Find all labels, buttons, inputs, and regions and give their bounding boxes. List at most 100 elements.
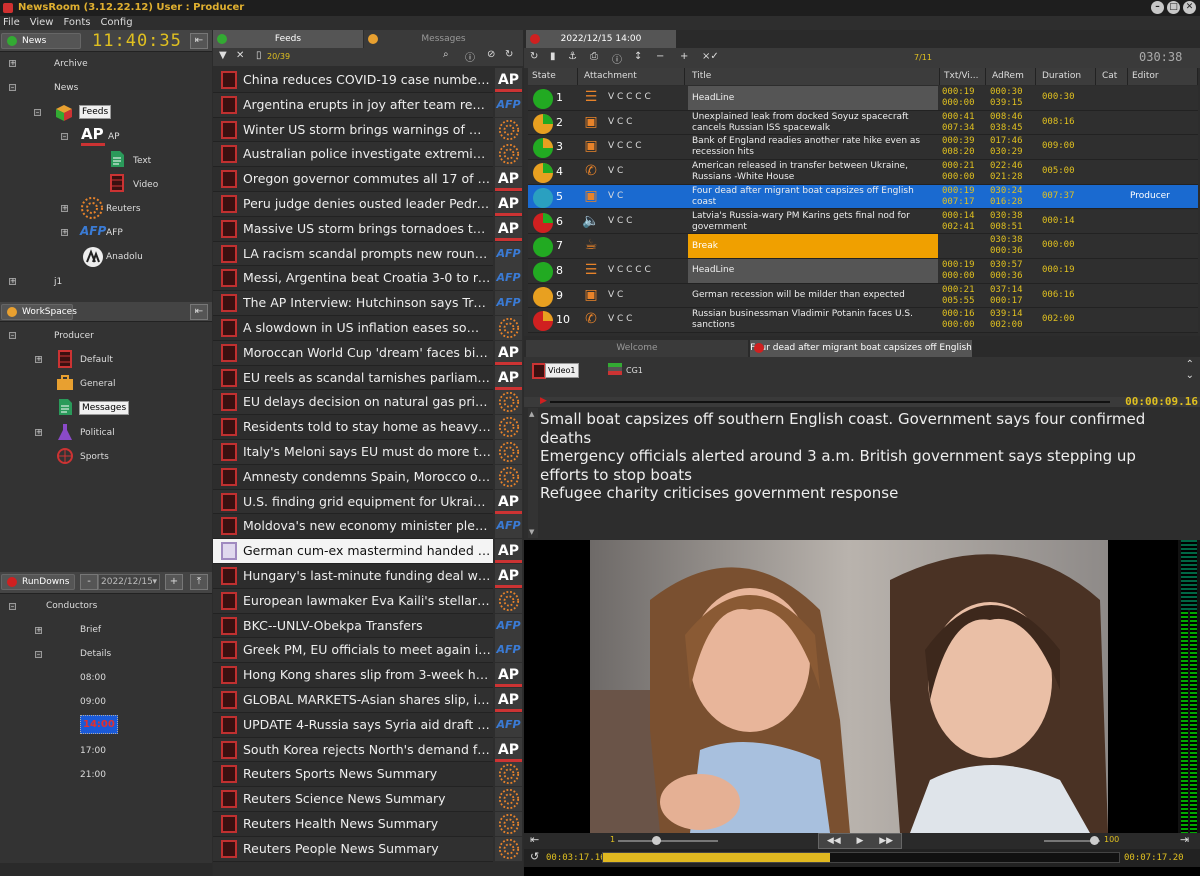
feed-item[interactable]: EU reels as scandal tarnishes parliament… <box>213 365 522 391</box>
feed-item[interactable]: LA racism scandal prompts new round of c… <box>213 241 522 267</box>
feed-item[interactable]: China reduces COVID-19 case number repo.… <box>213 68 522 93</box>
expand-icon[interactable]: + <box>9 278 16 285</box>
workspaces-button[interactable]: WorkSpaces <box>1 304 77 320</box>
speed-slider[interactable] <box>618 840 718 842</box>
feed-item[interactable]: Reuters Health News Summary <box>213 812 522 837</box>
tree-reuters[interactable]: Reuters <box>106 204 141 214</box>
go-start-icon[interactable]: ⇤ <box>530 833 539 846</box>
phone-icon[interactable]: ▯ <box>256 50 262 61</box>
tree-afp[interactable]: AFP <box>106 228 123 238</box>
filter-dropdown-icon[interactable]: ▼ <box>219 50 227 61</box>
tree-details[interactable]: Details <box>80 649 111 659</box>
column-header[interactable]: Editor <box>1128 68 1198 85</box>
rewind-icon[interactable]: ◀◀ <box>827 836 841 846</box>
collapse-tree-icon[interactable]: – <box>61 133 68 140</box>
feed-item[interactable]: UPDATE 4-Russia says Syria aid draft cou… <box>213 712 522 738</box>
feed-item[interactable]: EU delays decision on natural gas price … <box>213 390 522 416</box>
expand-icon[interactable]: + <box>35 429 42 436</box>
scroll-up-icon[interactable]: ▲ <box>529 410 534 418</box>
tree-general[interactable]: General <box>80 379 115 389</box>
feed-item[interactable]: German cum-ex mastermind handed 8-year..… <box>213 539 522 564</box>
tree-time-0800[interactable]: 08:00 <box>80 673 106 683</box>
rundowns-button[interactable]: RunDowns <box>1 574 75 590</box>
tree-text[interactable]: Text <box>133 156 151 166</box>
rundown-date-select[interactable]: 2022/12/15 ▾ <box>98 574 160 590</box>
tree-time-2100[interactable]: 21:00 <box>80 770 106 780</box>
feed-item[interactable]: GLOBAL MARKETS-Asian shares slip, invest… <box>213 688 522 713</box>
print-icon[interactable]: ⎙ <box>590 51 598 62</box>
feed-item[interactable]: European lawmaker Eva Kaili's stellar ri… <box>213 588 522 614</box>
replay-icon[interactable]: ↺ <box>530 850 539 863</box>
feed-item[interactable]: South Korea rejects North's demand for d… <box>213 737 522 763</box>
story-title[interactable]: Russian businessman Vladimir Potanin fac… <box>688 308 938 332</box>
feed-item[interactable]: Moroccan World Cup 'dream' faces biggest… <box>213 340 522 366</box>
story-title[interactable]: Break <box>688 234 938 259</box>
attachment-video1[interactable]: Video1 <box>545 363 579 378</box>
expand-icon[interactable]: + <box>35 356 42 363</box>
column-header[interactable]: State <box>528 68 578 85</box>
menu-config[interactable]: Config <box>100 16 132 30</box>
speed-slider-handle[interactable] <box>652 836 661 845</box>
story-script[interactable]: Small boat capsizes off southern English… <box>540 410 1180 503</box>
menu-fonts[interactable]: Fonts <box>63 16 90 30</box>
script-scrollbar[interactable]: ▲ ▼ <box>528 408 538 538</box>
volume-slider-handle[interactable] <box>1090 836 1099 845</box>
info-icon[interactable]: ⓘ <box>612 51 622 66</box>
tab-rundown[interactable]: 2022/12/15 14:00 <box>526 30 676 48</box>
story-title[interactable]: Bank of England readies another rate hik… <box>688 135 938 159</box>
tab-messages[interactable]: Messages <box>364 30 523 48</box>
go-end-icon[interactable]: ⇥ <box>1180 833 1189 846</box>
rundown-row[interactable]: 2 ▣ V C C Unexplained leak from docked Soyu… <box>528 110 1198 136</box>
feed-item[interactable]: The AP Interview: Hutchinson says Trump … <box>213 291 522 316</box>
tree-j1[interactable]: j1 <box>54 277 62 287</box>
news-button[interactable]: News <box>1 33 81 49</box>
tree-conductors[interactable]: Conductors <box>46 601 97 611</box>
refresh-icon[interactable]: ↻ <box>505 49 513 60</box>
tab-welcome[interactable]: Welcome <box>526 340 748 357</box>
tree-producer[interactable]: Producer <box>54 331 94 341</box>
plus-icon[interactable]: + <box>680 51 688 62</box>
tree-time-1700[interactable]: 17:00 <box>80 746 106 756</box>
refresh-icon[interactable]: ↻ <box>530 51 538 62</box>
feed-item[interactable]: Hungary's last-minute funding deal with … <box>213 564 522 589</box>
story-title[interactable]: Unexplained leak from docked Soyuz space… <box>688 111 938 135</box>
feed-item[interactable]: Argentina erupts in joy after team reach… <box>213 92 522 118</box>
story-title[interactable]: HeadLine <box>688 86 938 110</box>
minus-icon[interactable]: − <box>656 51 664 62</box>
feed-item[interactable]: Moldova's new economy minister pledges p… <box>213 514 522 540</box>
anchor-icon[interactable]: ⚓ <box>568 51 577 62</box>
feed-item[interactable]: Italy's Meloni says EU must do more to h… <box>213 440 522 465</box>
check-icon[interactable]: ×✓ <box>702 51 719 62</box>
column-header[interactable]: AdRem <box>988 68 1036 85</box>
trash-icon[interactable]: ▮ <box>550 51 556 62</box>
column-header[interactable]: Attachment <box>580 68 685 85</box>
minimize-button[interactable]: – <box>1151 1 1164 14</box>
next-day-button[interactable]: + <box>165 574 183 590</box>
attachment-cg1[interactable]: CG1 <box>626 366 643 375</box>
play-marker-icon[interactable]: ▶ <box>540 396 547 406</box>
feed-item[interactable]: Residents told to stay home as heavy rai… <box>213 415 522 440</box>
tab-feeds[interactable]: Feeds <box>213 30 363 48</box>
scroll-down-icon[interactable]: ▼ <box>529 528 534 536</box>
tree-ap[interactable]: AP <box>108 132 120 142</box>
fast-forward-icon[interactable]: ▶▶ <box>879 836 893 846</box>
close-button[interactable]: ✕ <box>1183 1 1196 14</box>
feed-item[interactable]: BKC--UNLV-Obekpa Transfers AFP <box>213 613 522 639</box>
collapse-tree-icon[interactable]: – <box>35 651 42 658</box>
rundown-row[interactable]: 10 ✆ V C C Russian businessman Vladimir Pot… <box>528 308 1198 333</box>
feed-item[interactable]: Winter US storm brings warnings of more … <box>213 117 522 143</box>
scroll-arrows-icon[interactable]: ⌃ ⌄ <box>1186 359 1194 381</box>
feed-item[interactable]: Australian police investigate extremist … <box>213 142 522 168</box>
play-icon[interactable]: ▶ <box>857 836 864 846</box>
tree-feeds[interactable]: Feeds <box>79 105 112 119</box>
rundown-row[interactable]: 7 ☕ Break 030:38 000:36 000:00 <box>528 234 1198 259</box>
go-top-icon[interactable]: ⤒ <box>190 574 208 590</box>
tree-messages[interactable]: Messages <box>79 401 130 415</box>
rundown-row[interactable]: 5 ▣ V C Four dead after migrant boat capsiz… <box>528 184 1198 210</box>
story-title[interactable]: HeadLine <box>688 258 938 283</box>
feed-item[interactable]: Reuters Sports News Summary <box>213 762 522 788</box>
tree-anadolu[interactable]: Anadolu <box>106 252 143 262</box>
expand-icon[interactable]: + <box>61 205 68 212</box>
tree-archive[interactable]: Archive <box>54 59 88 69</box>
tree-political[interactable]: Political <box>80 428 115 438</box>
